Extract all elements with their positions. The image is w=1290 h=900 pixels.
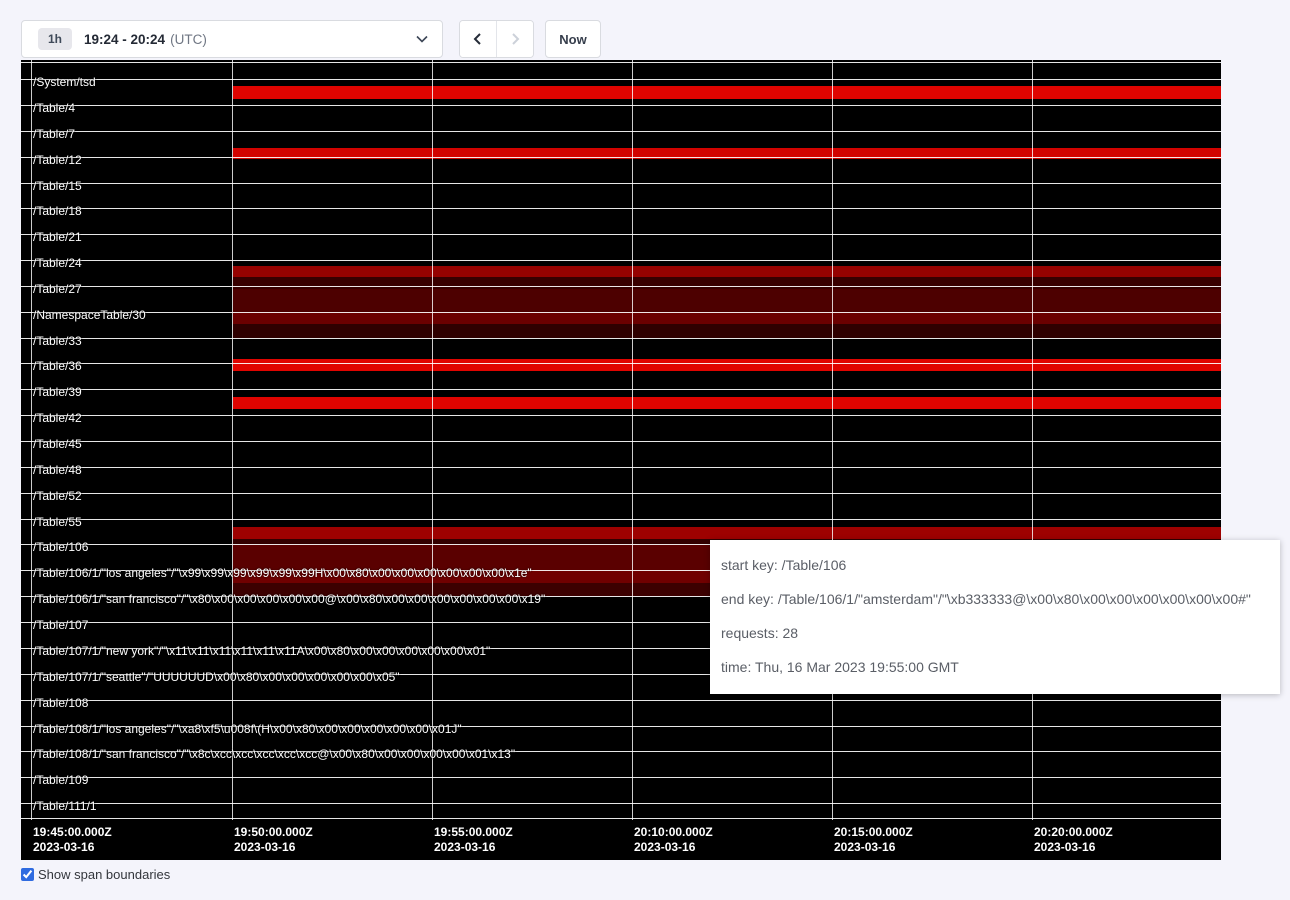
time-axis-label: 19:50:00.000Z2023-03-16 xyxy=(234,825,313,855)
span-boundary-line xyxy=(21,441,1221,442)
span-boundary-line xyxy=(21,286,1221,287)
heat-stripe xyxy=(233,289,1221,312)
span-boundary-line xyxy=(21,818,1221,819)
span-label: /Table/107/1/"new york"/"\x11\x11\x11\x1… xyxy=(33,645,490,658)
span-label: /Table/106 xyxy=(33,541,88,554)
span-label: /Table/48 xyxy=(33,464,82,477)
heat-stripe xyxy=(233,312,1221,324)
span-label: /Table/45 xyxy=(33,438,82,451)
time-axis-label: 20:10:00.000Z2023-03-16 xyxy=(634,825,713,855)
span-label: /Table/15 xyxy=(33,180,82,193)
span-boundary-line xyxy=(21,234,1221,235)
next-window-button[interactable] xyxy=(496,21,533,57)
time-nav-group xyxy=(459,20,534,58)
chevron-right-icon xyxy=(508,32,522,46)
time-gridline xyxy=(632,60,633,820)
span-boundary-line xyxy=(21,803,1221,804)
span-label: /Table/24 xyxy=(33,257,82,270)
time-axis-label: 20:20:00.000Z2023-03-16 xyxy=(1034,825,1113,855)
span-label: /Table/55 xyxy=(33,516,82,529)
time-axis-label: 19:45:00.000Z2023-03-16 xyxy=(33,825,112,855)
span-label: /Table/108/1/"san francisco"/"\x8c\xcc\x… xyxy=(33,748,515,761)
span-label: /Table/7 xyxy=(33,128,75,141)
show-span-boundaries-label[interactable]: Show span boundaries xyxy=(38,867,170,882)
span-label: /Table/111/1 xyxy=(33,800,97,813)
span-boundary-line xyxy=(21,183,1221,184)
span-label: /Table/108/1/"los angeles"/"\xa8\xf5\u00… xyxy=(33,723,462,736)
time-range-select[interactable]: 1h 19:24 - 20:24 (UTC) xyxy=(21,20,443,58)
span-label: /Table/107/1/"seattle"/"UUUUUUD\x00\x80\… xyxy=(33,671,400,684)
time-gridline xyxy=(432,60,433,820)
span-label: /Table/52 xyxy=(33,490,82,503)
span-boundary-line xyxy=(21,493,1221,494)
previous-window-button[interactable] xyxy=(460,21,496,57)
span-label: /Table/109 xyxy=(33,774,88,787)
span-label: /Table/39 xyxy=(33,386,82,399)
span-boundary-line xyxy=(21,260,1221,261)
time-range-text: 19:24 - 20:24 (UTC) xyxy=(84,32,207,47)
span-label: /Table/12 xyxy=(33,154,82,167)
span-boundary-line xyxy=(21,79,1221,80)
span-boundary-line xyxy=(21,105,1221,106)
span-boundaries-control: Show span boundaries xyxy=(21,867,170,882)
span-label: /System/tsd xyxy=(33,76,96,89)
key-visualizer-heatmap[interactable]: /System/tsd/Table/4/Table/7/Table/12/Tab… xyxy=(21,60,1221,860)
time-gridline xyxy=(232,60,233,820)
now-button[interactable]: Now xyxy=(545,20,601,58)
heat-stripe xyxy=(233,397,1221,409)
time-axis-label: 19:55:00.000Z2023-03-16 xyxy=(434,825,513,855)
span-boundary-line xyxy=(21,415,1221,416)
span-label: /Table/33 xyxy=(33,335,82,348)
heat-stripe xyxy=(233,324,1221,338)
heat-stripe xyxy=(233,359,1221,371)
time-gridline xyxy=(832,60,833,820)
heat-stripe xyxy=(233,266,1221,277)
time-range-value: 19:24 - 20:24 xyxy=(84,32,165,47)
span-label: /Table/36 xyxy=(33,360,82,373)
span-tooltip: start key: /Table/106 end key: /Table/10… xyxy=(710,540,1280,694)
heat-stripe xyxy=(233,86,1221,99)
span-boundary-line xyxy=(21,467,1221,468)
time-gridline xyxy=(1032,60,1033,820)
span-label: /Table/18 xyxy=(33,205,82,218)
span-label: /Table/42 xyxy=(33,412,82,425)
span-label: /Table/21 xyxy=(33,231,82,244)
duration-badge: 1h xyxy=(38,28,72,50)
span-label: /Table/108 xyxy=(33,697,88,710)
span-label: /Table/27 xyxy=(33,283,82,296)
span-label: /NamespaceTable/30 xyxy=(33,309,146,322)
tooltip-start-key: start key: /Table/106 xyxy=(721,548,1269,582)
tooltip-end-key: end key: /Table/106/1/"amsterdam"/"\xb33… xyxy=(721,582,1269,616)
span-boundary-line xyxy=(21,363,1221,364)
tooltip-time: time: Thu, 16 Mar 2023 19:55:00 GMT xyxy=(721,650,1269,684)
span-boundary-line xyxy=(21,312,1221,313)
tooltip-requests: requests: 28 xyxy=(721,616,1269,650)
span-label: /Table/106/1/"san francisco"/"\x80\x00\x… xyxy=(33,593,545,606)
span-boundary-line xyxy=(21,62,1221,63)
span-boundary-line xyxy=(21,208,1221,209)
span-boundary-line xyxy=(21,519,1221,520)
span-label: /Table/107 xyxy=(33,619,88,632)
span-boundary-line xyxy=(21,389,1221,390)
timezone-label: (UTC) xyxy=(170,32,207,47)
heat-stripe xyxy=(233,527,1221,539)
span-boundary-line xyxy=(21,131,1221,132)
span-boundary-line xyxy=(21,338,1221,339)
heat-stripe xyxy=(233,277,1221,289)
chevron-down-icon xyxy=(416,35,428,43)
time-axis-label: 20:15:00.000Z2023-03-16 xyxy=(834,825,913,855)
span-label: /Table/106/1/"los angeles"/"\x99\x99\x99… xyxy=(33,567,532,580)
span-boundary-line xyxy=(21,157,1221,158)
key-visualizer-page: { "toolbar": { "duration_badge": "1h", "… xyxy=(0,0,1290,900)
span-boundary-line xyxy=(21,777,1221,778)
span-boundary-line xyxy=(21,700,1221,701)
span-label: /Table/4 xyxy=(33,102,75,115)
time-gridline xyxy=(31,60,32,820)
chevron-left-icon xyxy=(471,32,485,46)
show-span-boundaries-checkbox[interactable] xyxy=(21,868,34,881)
